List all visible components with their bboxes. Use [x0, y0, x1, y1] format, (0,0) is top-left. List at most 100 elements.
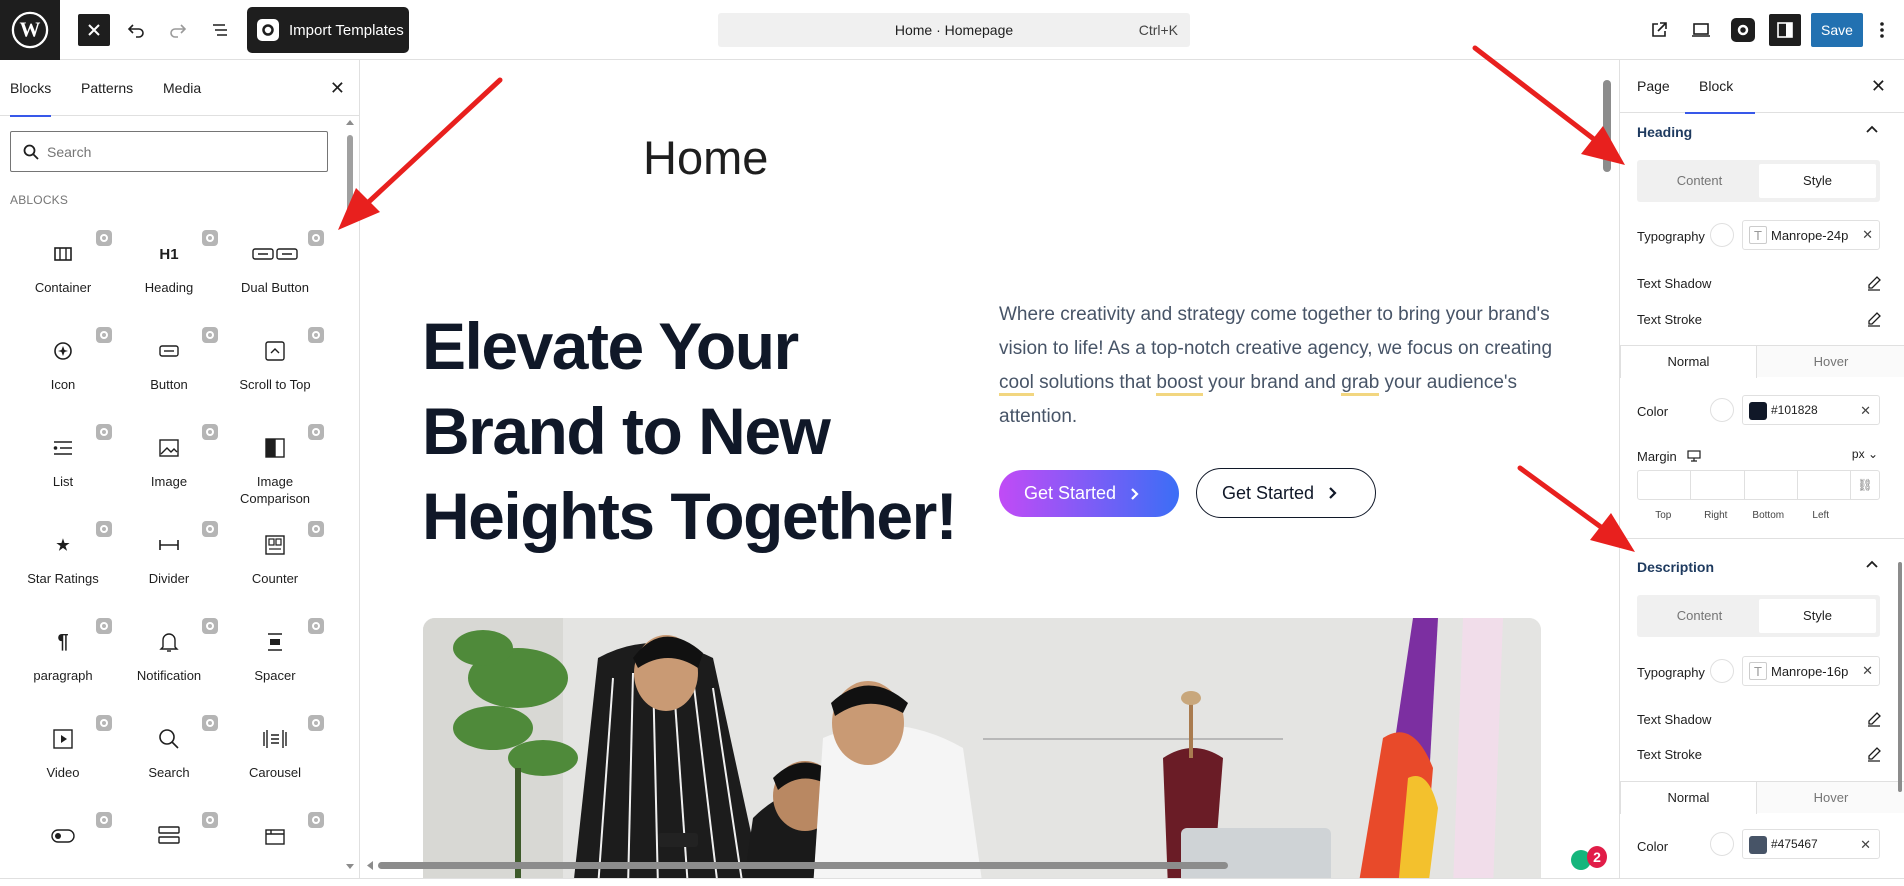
import-templates-button[interactable]: Import Templates: [247, 7, 409, 53]
margin-top-input[interactable]: [1638, 471, 1692, 499]
block-divider[interactable]: Divider: [116, 521, 222, 611]
description-color-field[interactable]: #475467 ✕: [1742, 829, 1880, 859]
button-label: Get Started: [1222, 482, 1315, 503]
description-section-title[interactable]: Description: [1637, 559, 1714, 575]
block-paragraph[interactable]: ¶ paragraph: [10, 618, 116, 708]
tab-hover[interactable]: Hover: [1757, 782, 1904, 813]
editor-canvas[interactable]: Home Elevate Your Brand to New Heights T…: [361, 60, 1619, 878]
block-label: Button: [150, 377, 188, 392]
block-carousel[interactable]: Carousel: [222, 715, 328, 805]
redo-icon[interactable]: [162, 14, 194, 46]
undo-icon[interactable]: [120, 14, 152, 46]
heading-color-field[interactable]: #101828 ✕: [1742, 395, 1880, 425]
heading-section-title[interactable]: Heading: [1637, 124, 1692, 140]
block-button[interactable]: Button: [116, 327, 222, 417]
block-search[interactable]: Search: [116, 715, 222, 805]
scroll-down-icon[interactable]: [346, 863, 354, 871]
tab-blocks[interactable]: Blocks: [10, 60, 52, 117]
block-scroll-to-top[interactable]: Scroll to Top: [222, 327, 328, 417]
text-shadow-label: Text Shadow: [1637, 712, 1712, 727]
canvas-vertical-scrollbar[interactable]: [1603, 68, 1611, 868]
margin-bottom-input[interactable]: [1745, 471, 1798, 499]
tab-style[interactable]: Style: [1759, 164, 1876, 198]
chevron-up-icon[interactable]: [1866, 559, 1878, 569]
clear-icon[interactable]: ✕: [1860, 403, 1871, 419]
device-preview-icon[interactable]: [1685, 14, 1717, 46]
scrollbar-thumb[interactable]: [347, 135, 353, 215]
block-image[interactable]: Image: [116, 424, 222, 514]
edit-pencil-icon[interactable]: [1866, 746, 1882, 762]
options-menu-icon[interactable]: [1870, 14, 1894, 46]
tab-patterns[interactable]: Patterns: [81, 60, 133, 116]
block-dual-button[interactable]: Dual Button: [222, 230, 328, 320]
tab-block[interactable]: Block: [1684, 60, 1756, 114]
settings-sidebar-toggle-icon[interactable]: [1769, 14, 1801, 46]
hero-description[interactable]: Where creativity and strategy come toget…: [999, 298, 1559, 434]
tab-page[interactable]: Page: [1637, 60, 1670, 113]
settings-scrollbar-thumb[interactable]: [1898, 562, 1902, 792]
typography-preset-field[interactable]: T Manrope-16p ✕: [1742, 656, 1880, 686]
block-counter[interactable]: Counter: [222, 521, 328, 611]
block-toggle[interactable]: [10, 812, 116, 878]
block-notification[interactable]: Notification: [116, 618, 222, 708]
tab-content[interactable]: Content: [1641, 164, 1758, 198]
inserter-scrollbar[interactable]: [346, 60, 354, 878]
scroll-up-icon[interactable]: [346, 118, 354, 126]
block-tabs[interactable]: [222, 812, 328, 878]
global-color-icon[interactable]: [1710, 832, 1734, 856]
tab-media[interactable]: Media: [163, 60, 201, 116]
block-list[interactable]: List: [10, 424, 116, 514]
margin-right-input[interactable]: [1691, 471, 1745, 499]
get-started-primary-button[interactable]: Get Started: [999, 470, 1179, 517]
command-palette-bar[interactable]: Home · Homepage Ctrl+K: [718, 13, 1190, 47]
page-title[interactable]: Home: [643, 130, 768, 185]
clear-icon[interactable]: ✕: [1862, 663, 1873, 679]
tab-normal[interactable]: Normal: [1620, 781, 1757, 814]
block-spacer[interactable]: Spacer: [222, 618, 328, 708]
block-search-input[interactable]: Search: [10, 131, 328, 172]
link-values-icon[interactable]: ⛓: [1851, 471, 1879, 499]
close-icon[interactable]: ✕: [1871, 76, 1886, 97]
global-style-icon[interactable]: [1710, 223, 1734, 247]
block-image-comparison[interactable]: Image Comparison: [222, 424, 328, 514]
margin-left-input[interactable]: [1798, 471, 1851, 499]
hero-image[interactable]: [423, 618, 1541, 878]
edit-pencil-icon[interactable]: [1866, 311, 1882, 327]
save-button[interactable]: Save: [1811, 13, 1863, 47]
block-video[interactable]: Video: [10, 715, 116, 805]
margin-inputs: ⛓: [1637, 470, 1880, 500]
tab-style[interactable]: Style: [1759, 599, 1876, 633]
tab-content[interactable]: Content: [1641, 599, 1758, 633]
hero-heading[interactable]: Elevate Your Brand to New Heights Togeth…: [422, 304, 982, 559]
ablocks-settings-icon[interactable]: [1727, 14, 1759, 46]
global-color-icon[interactable]: [1710, 398, 1734, 422]
view-page-icon[interactable]: [1643, 14, 1675, 46]
block-container[interactable]: Container: [10, 230, 116, 320]
wordpress-logo-icon[interactable]: W: [0, 0, 60, 60]
block-heading[interactable]: H1 Heading: [116, 230, 222, 320]
clear-icon[interactable]: ✕: [1860, 837, 1871, 853]
typography-preset-field[interactable]: T Manrope-24p ✕: [1742, 220, 1880, 250]
unit-select[interactable]: px ⌄: [1852, 447, 1878, 461]
document-overview-icon[interactable]: [204, 14, 236, 46]
desktop-device-icon[interactable]: [1687, 450, 1701, 462]
scrollbar-thumb[interactable]: [1603, 80, 1611, 172]
close-inserter-button[interactable]: [78, 14, 110, 46]
chevron-up-icon[interactable]: [1866, 124, 1878, 134]
block-icon[interactable]: Icon: [10, 327, 116, 417]
edit-pencil-icon[interactable]: [1866, 711, 1882, 727]
block-star-ratings[interactable]: ★ Star Ratings: [10, 521, 116, 611]
tab-hover[interactable]: Hover: [1757, 346, 1904, 377]
scroll-left-icon[interactable]: [366, 861, 374, 870]
edit-pencil-icon[interactable]: [1866, 275, 1882, 291]
block-form[interactable]: [116, 812, 222, 878]
close-icon[interactable]: ✕: [330, 78, 345, 99]
tab-normal[interactable]: Normal: [1620, 345, 1757, 378]
heading-icon: H1: [159, 245, 179, 263]
global-style-icon[interactable]: [1710, 659, 1734, 683]
scrollbar-thumb[interactable]: [378, 862, 1228, 869]
canvas-horizontal-scrollbar[interactable]: [366, 861, 1596, 870]
clear-icon[interactable]: ✕: [1862, 227, 1873, 243]
chevron-right-icon: [1329, 487, 1337, 499]
get-started-secondary-button[interactable]: Get Started: [1196, 468, 1376, 518]
